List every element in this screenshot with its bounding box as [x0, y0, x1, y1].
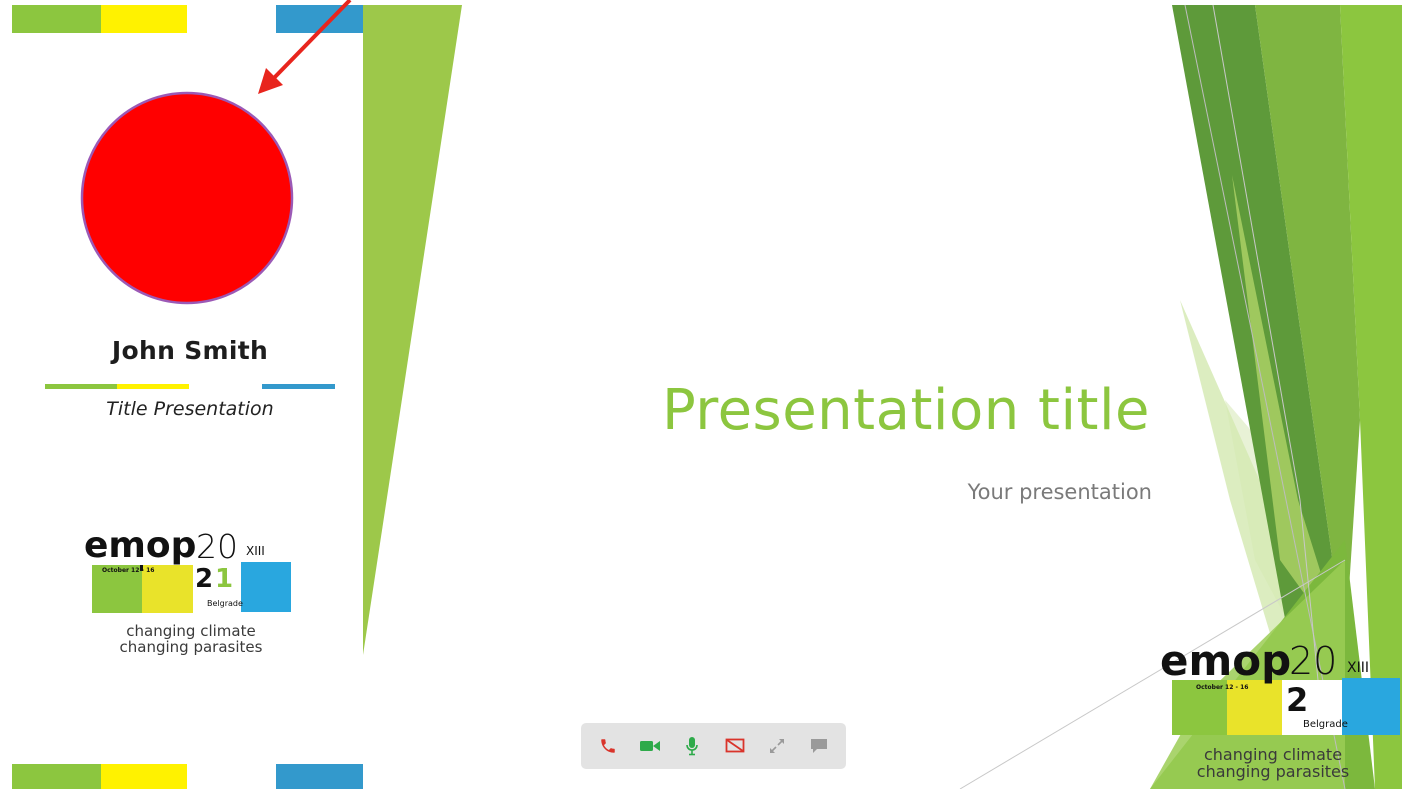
logo-right-city: Belgrade	[1303, 719, 1348, 730]
logo-right-tagline-2: changing parasites	[1196, 762, 1350, 781]
logo-left-city: Belgrade	[207, 599, 243, 608]
left-green-wedge	[363, 5, 462, 655]
bottom-blue-strip	[276, 764, 363, 789]
logo-right-roman: XIII	[1347, 660, 1369, 676]
speaker-name: John Smith	[111, 336, 269, 365]
logo-right-year: 20	[1289, 639, 1338, 683]
chat-icon	[810, 739, 827, 753]
microphone-icon	[686, 737, 699, 756]
speaker-title: Title Presentation	[106, 398, 274, 420]
logo-right-word: emop	[1160, 636, 1292, 685]
top-green-strip	[12, 5, 101, 33]
slide-title: Presentation title	[662, 378, 1150, 443]
logo-left-tagline-1: changing climate	[126, 622, 256, 640]
logo-right-digit-two: 2	[1286, 681, 1309, 719]
screen-share-off-icon	[725, 738, 744, 753]
logo-left-year: 20	[196, 527, 238, 566]
avatar	[80, 91, 294, 305]
top-yellow-strip	[101, 5, 187, 33]
hang-up-button[interactable]	[593, 731, 623, 761]
logo-left-tagline-2: changing parasites	[119, 638, 263, 656]
logo-left-word: emop	[84, 525, 197, 566]
call-toolbar	[581, 723, 846, 769]
logo-left-roman: XIII	[246, 544, 265, 558]
name-yellow-underline	[117, 384, 189, 389]
bottom-yellow-strip	[101, 764, 187, 789]
logo-left-blue-block	[241, 562, 291, 612]
microphone-toggle-button[interactable]	[677, 731, 707, 761]
logo-right-tagline: changing climate changing parasites	[1178, 746, 1368, 780]
logo-right-dates: October 12 - 16	[1196, 684, 1249, 691]
logo-left-tagline: changing climate changing parasites	[86, 623, 296, 655]
presentation-frame: John Smith Title Presentation emop 20 XI…	[0, 0, 1402, 789]
bottom-green-strip	[12, 764, 101, 789]
logo-right-tagline-1: changing climate	[1203, 745, 1343, 764]
logo-left-digit-two: 2	[195, 564, 214, 594]
video-camera-icon	[640, 741, 661, 751]
screen-share-button[interactable]	[720, 731, 750, 761]
fullscreen-button[interactable]	[762, 731, 792, 761]
video-toggle-button[interactable]	[635, 731, 665, 761]
expand-icon	[769, 739, 784, 753]
chat-button[interactable]	[804, 731, 834, 761]
slide-subtitle: Your presentation	[967, 480, 1152, 504]
logo-left-digit-one: 1	[215, 564, 234, 594]
name-green-underline	[45, 384, 117, 389]
logo-left-dates: October 12 - 16	[102, 567, 155, 574]
name-blue-underline	[262, 384, 335, 389]
phone-hangup-icon	[601, 739, 615, 753]
logo-right-blue-block	[1342, 678, 1400, 735]
